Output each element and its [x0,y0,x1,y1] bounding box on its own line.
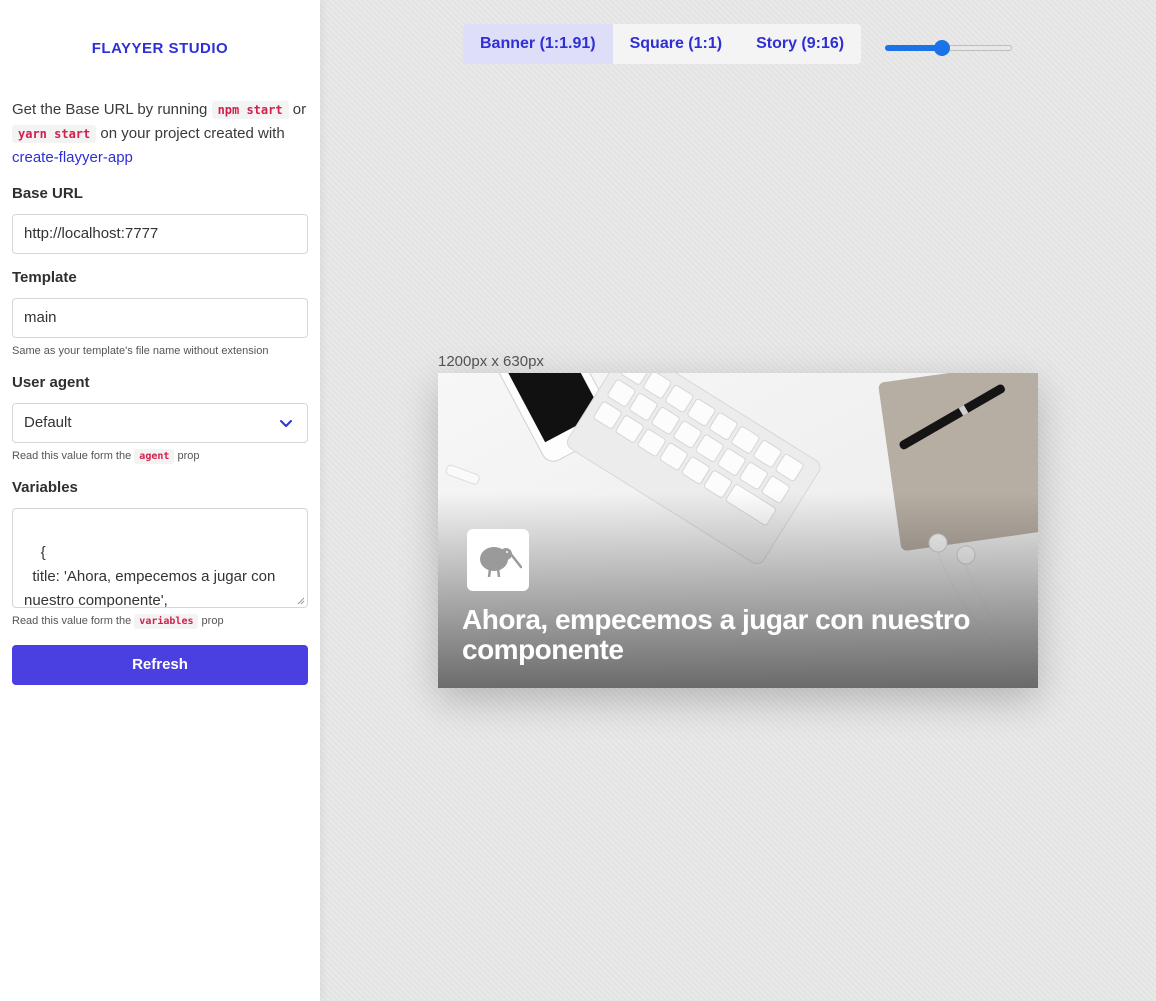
logo [467,529,529,591]
preview-dimensions: 1200px x 630px [438,353,544,370]
slider-thumb[interactable] [934,40,951,56]
user-agent-help: Read this value form the agent prop [12,449,308,464]
user-agent-value: Default [24,414,72,431]
sidebar: FLAYYER STUDIO Get the Base URL by runni… [0,0,320,1001]
app-title: FLAYYER STUDIO [91,40,229,57]
tab-story[interactable]: Story (9:16) [739,24,861,64]
agent-code: agent [134,449,175,464]
intro-text-part: or [288,101,307,118]
npm-start-code: npm start [211,101,289,119]
base-url-input[interactable]: http://localhost:7777 [12,214,308,254]
yarn-start-code: yarn start [12,125,97,143]
help-text: prop [174,450,200,462]
preview-canvas: Banner (1:1.91) Square (1:1) Story (9:16… [320,0,1156,1001]
intro-text-part: Get the Base URL by running [12,101,212,118]
intro-text-part: on your project created with [96,125,285,142]
template-label: Template [12,269,77,286]
user-agent-select[interactable]: Default [12,403,308,443]
refresh-button[interactable]: Refresh [12,645,308,685]
variables-code: variables [134,614,199,629]
variables-value: { title: 'Ahora, empecemos a jugar con n… [24,544,276,608]
help-text: Read this value form the [12,450,135,462]
resize-handle-icon[interactable] [297,597,305,605]
template-input[interactable]: main [12,298,308,338]
variables-textarea[interactable]: { title: 'Ahora, empecemos a jugar con n… [12,508,308,608]
zoom-slider[interactable] [885,40,1012,56]
aspect-ratio-tabs: Banner (1:1.91) Square (1:1) Story (9:16… [463,24,862,64]
banner-title: Ahora, empecemos a jugar con nuestro com… [462,604,970,665]
template-help: Same as your template's file name withou… [12,345,269,357]
help-text: prop [198,615,224,627]
banner-preview: Ahora, empecemos a jugar con nuestro com… [438,373,1038,688]
variables-help: Read this value form the variables prop [12,614,308,629]
tab-banner[interactable]: Banner (1:1.91) [463,24,613,64]
tab-square[interactable]: Square (1:1) [613,24,739,64]
variables-label: Variables [12,479,78,496]
user-agent-label: User agent [12,374,90,391]
kiwi-icon [480,547,522,578]
create-flayyer-app-link[interactable]: create-flayyer-app [12,149,133,166]
chevron-down-icon [280,420,292,427]
intro-text: Get the Base URL by running npm start or… [12,98,308,170]
help-text: Read this value form the [12,615,135,627]
base-url-label: Base URL [12,185,83,202]
